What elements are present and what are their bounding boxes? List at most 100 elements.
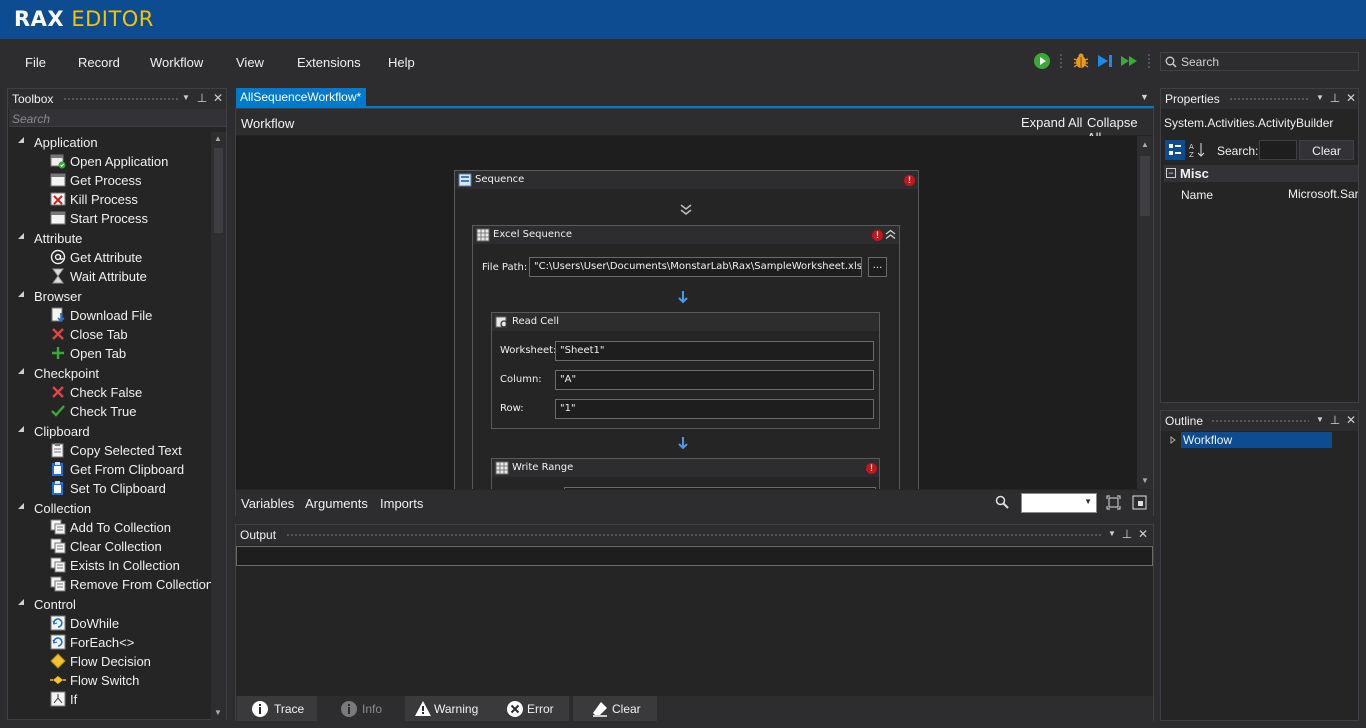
menu-view[interactable]: View	[236, 55, 264, 70]
panel-menu-icon[interactable]: ▼	[1313, 91, 1327, 105]
step-icon[interactable]	[1096, 52, 1114, 70]
menu-extensions[interactable]: Extensions	[297, 55, 361, 70]
overview-map-icon[interactable]	[1132, 495, 1147, 510]
scroll-down-icon[interactable]: ▼	[214, 708, 222, 717]
toolbox-category-clipboard[interactable]: Clipboard	[8, 421, 211, 441]
toolbox-category-collection[interactable]: Collection	[8, 498, 211, 518]
toolbox-category-control[interactable]: Control	[8, 594, 211, 614]
tab-dropdown-icon[interactable]: ▼	[1140, 92, 1149, 102]
scroll-up-icon[interactable]: ▲	[214, 134, 222, 143]
drag-grip[interactable]	[1229, 97, 1309, 102]
collapse-chevron-icon[interactable]	[885, 229, 896, 240]
close-icon[interactable]: ✕	[1344, 91, 1358, 105]
drag-grip[interactable]	[286, 533, 1102, 538]
scroll-up-icon[interactable]: ▲	[1141, 140, 1149, 149]
toolbox-item-kill-process[interactable]: Kill Process	[8, 190, 211, 209]
toolbox-item-add-to-collection[interactable]: Add To Collection	[8, 518, 211, 537]
expanded-arrow-icon[interactable]	[17, 598, 25, 606]
toolbox-item-get-process[interactable]: Get Process	[8, 171, 211, 190]
close-icon[interactable]: ✕	[1136, 527, 1150, 541]
designer-scroll-thumb[interactable]	[1140, 156, 1150, 216]
panel-menu-icon[interactable]: ▼	[1313, 413, 1327, 427]
zoom-icon[interactable]	[995, 495, 1009, 509]
debug-icon[interactable]	[1072, 52, 1090, 70]
play-icon[interactable]	[1033, 52, 1051, 70]
expand-arrow-icon[interactable]	[1170, 436, 1176, 444]
pin-icon[interactable]: ⊥	[1328, 91, 1342, 105]
toolbox-category-browser[interactable]: Browser	[8, 286, 211, 306]
file-path-field[interactable]: "C:\Users\User\Documents\MonstarLab\Rax\…	[529, 257, 862, 277]
toolbox-item-flow-switch[interactable]: Flow Switch	[8, 671, 211, 690]
toolbox-item-open-tab[interactable]: Open Tab	[8, 344, 211, 363]
worksheet-field[interactable]: "Sheet1"	[555, 341, 874, 361]
output-filter-input[interactable]	[236, 546, 1153, 566]
pin-icon[interactable]: ⊥	[1328, 413, 1342, 427]
toolbox-item-exists-in-collection[interactable]: Exists In Collection	[8, 556, 211, 575]
expanded-arrow-icon[interactable]	[17, 136, 25, 144]
error-button[interactable]: Error	[489, 696, 569, 721]
toolbox-item-copy-selected-text[interactable]: Copy Selected Text	[8, 441, 211, 460]
toolbox-scroll-thumb[interactable]	[214, 148, 223, 233]
toolbox-item-start-process[interactable]: Start Process	[8, 209, 211, 228]
expand-chevron-icon[interactable]	[679, 203, 693, 217]
expanded-arrow-icon[interactable]	[17, 367, 25, 375]
toolbox-item-check-true[interactable]: Check True	[8, 402, 211, 421]
menu-file[interactable]: File	[25, 55, 46, 70]
sequence-activity[interactable]: Sequence ! Excel Sequence ! File Path: "…	[454, 170, 919, 489]
pin-icon[interactable]: ⊥	[1120, 527, 1134, 541]
designer-canvas[interactable]: Sequence ! Excel Sequence ! File Path: "…	[236, 136, 1137, 489]
toolbox-search-input[interactable]: Search	[9, 109, 226, 127]
write-range-activity[interactable]: Write Range !	[491, 458, 880, 489]
info-button[interactable]: Info	[325, 696, 405, 721]
property-category-misc[interactable]: − Misc	[1164, 165, 1358, 182]
toolbox-item-if[interactable]: If	[8, 690, 211, 709]
excel-sequence-activity[interactable]: Excel Sequence ! File Path: "C:\Users\Us…	[472, 225, 900, 489]
menu-workflow[interactable]: Workflow	[150, 55, 203, 70]
close-icon[interactable]: ✕	[211, 91, 225, 105]
scroll-down-icon[interactable]: ▼	[1141, 476, 1149, 485]
toolbox-item-foreach[interactable]: ForEach<>	[8, 633, 211, 652]
tab-imports[interactable]: Imports	[380, 496, 423, 511]
tab-allsequenceworkflow[interactable]: AllSequenceWorkflow*	[236, 88, 366, 107]
toolbox-item-clear-collection[interactable]: Clear Collection	[8, 537, 211, 556]
expanded-arrow-icon[interactable]	[17, 232, 25, 240]
panel-menu-icon[interactable]: ▼	[179, 91, 193, 105]
categorized-view-icon[interactable]	[1165, 140, 1185, 160]
menu-record[interactable]: Record	[78, 55, 120, 70]
toolbox-item-open-application[interactable]: Open Application	[8, 152, 211, 171]
toolbox-item-get-attribute[interactable]: Get Attribute	[8, 248, 211, 267]
collapse-icon[interactable]: −	[1166, 168, 1176, 178]
property-clear-button[interactable]: Clear	[1299, 140, 1354, 160]
toolbox-item-close-tab[interactable]: Close Tab	[8, 325, 211, 344]
property-search-input[interactable]	[1259, 140, 1297, 160]
trace-button[interactable]: Trace	[237, 696, 317, 721]
menu-help[interactable]: Help	[388, 55, 415, 70]
write-range-field[interactable]	[564, 487, 876, 489]
close-icon[interactable]: ✕	[1344, 413, 1358, 427]
read-cell-activity[interactable]: Read Cell Worksheet: "Sheet1" Column: "A…	[491, 312, 880, 429]
toolbox-category-checkpoint[interactable]: Checkpoint	[8, 363, 211, 383]
outline-item-workflow[interactable]: Workflow	[1181, 432, 1332, 448]
expanded-arrow-icon[interactable]	[17, 502, 25, 510]
column-field[interactable]: "A"	[555, 370, 874, 390]
row-field[interactable]: "1"	[555, 399, 874, 419]
toolbox-item-download-file[interactable]: Download File	[8, 306, 211, 325]
expanded-arrow-icon[interactable]	[17, 425, 25, 433]
drag-grip[interactable]	[1211, 419, 1309, 424]
browse-button[interactable]: ...	[868, 257, 887, 277]
tab-variables[interactable]: Variables	[241, 496, 294, 511]
toolbox-item-get-from-clipboard[interactable]: Get From Clipboard	[8, 460, 211, 479]
drag-grip[interactable]	[63, 97, 178, 102]
clear-output-button[interactable]: Clear	[573, 696, 657, 721]
toolbox-scrollbar[interactable]: ▲ ▼	[211, 132, 226, 720]
global-search-input[interactable]: Search	[1160, 52, 1359, 71]
expanded-arrow-icon[interactable]	[17, 290, 25, 298]
zoom-select[interactable]: ▼	[1021, 493, 1097, 513]
fit-to-screen-icon[interactable]	[1106, 495, 1121, 510]
designer-scrollbar[interactable]: ▲ ▼	[1137, 136, 1153, 489]
tab-arguments[interactable]: Arguments	[305, 496, 368, 511]
toolbox-item-dowhile[interactable]: DoWhile	[8, 614, 211, 633]
property-name-value[interactable]: Microsoft.Sar	[1288, 187, 1358, 201]
toolbox-item-remove-from-collection[interactable]: Remove From Collection	[8, 575, 211, 594]
toolbox-item-set-to-clipboard[interactable]: Set To Clipboard	[8, 479, 211, 498]
